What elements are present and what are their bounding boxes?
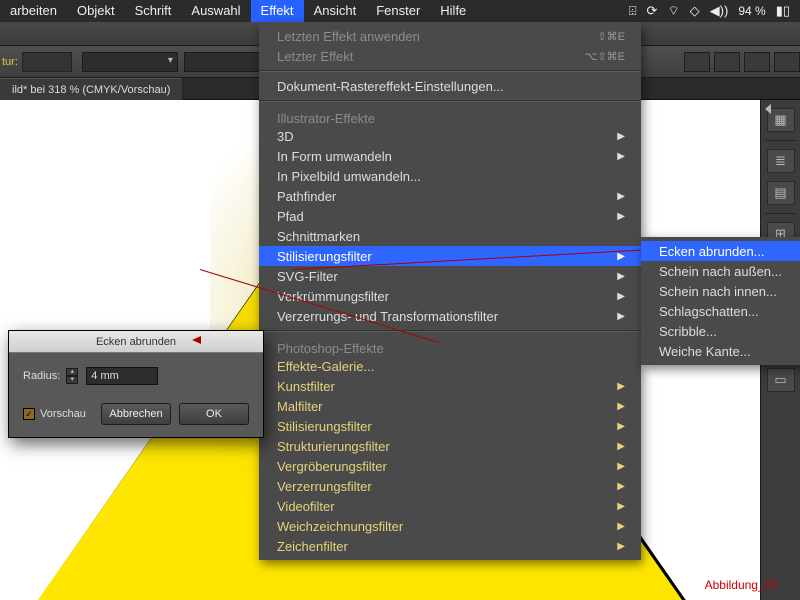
figure-caption: Abbildung_07	[705, 578, 778, 592]
check-icon: ✓	[23, 408, 35, 420]
panel-artboards-icon[interactable]: ▤	[767, 181, 795, 205]
menu-path[interactable]: Pfad▶	[259, 206, 641, 226]
menu-distort-transform[interactable]: Verzerrungs- und Transformationsfilter▶	[259, 306, 641, 326]
preview-checkbox[interactable]: ✓ Vorschau	[23, 408, 86, 420]
dock-collapse-icon[interactable]	[765, 104, 771, 114]
menu-blur[interactable]: Weichzeichnungsfilter▶	[259, 516, 641, 536]
annotation-arrow-head	[192, 336, 201, 344]
submenu-feather[interactable]: Weiche Kante...	[641, 341, 800, 361]
menu-3d[interactable]: 3D▶	[259, 126, 641, 146]
round-corners-dialog: Ecken abrunden Radius: ▴▾ ✓ Vorschau Abb…	[8, 330, 264, 438]
align-button[interactable]	[774, 52, 800, 72]
menu-stylize[interactable]: Stilisierungsfilter▶	[259, 246, 641, 266]
wifi-icon: ◇	[690, 3, 700, 19]
menu-header-photoshop: Photoshop-Effekte	[259, 336, 641, 356]
battery-icon: ▮▯	[776, 3, 790, 19]
radius-input[interactable]	[86, 367, 158, 385]
dialog-title: Ecken abrunden	[9, 331, 263, 353]
ok-button[interactable]: OK	[179, 403, 249, 425]
menu-pixelate[interactable]: Vergröberungsfilter▶	[259, 456, 641, 476]
stylize-submenu: Ecken abrunden... Schein nach außen... S…	[641, 237, 800, 365]
menu-item-hilfe[interactable]: Hilfe	[430, 0, 476, 22]
menu-item-auswahl[interactable]: Auswahl	[181, 0, 250, 22]
menu-cropmarks[interactable]: Schnittmarken	[259, 226, 641, 246]
submenu-scribble[interactable]: Scribble...	[641, 321, 800, 341]
menu-video[interactable]: Videofilter▶	[259, 496, 641, 516]
cancel-button[interactable]: Abbrechen	[101, 403, 171, 425]
volume-icon: ◀))	[710, 3, 729, 19]
menu-svg-filter[interactable]: SVG-Filter▶	[259, 266, 641, 286]
menu-pathfinder[interactable]: Pathfinder▶	[259, 186, 641, 206]
stroke-weight-field[interactable]	[22, 52, 72, 72]
mac-menubar: arbeiten Objekt Schrift Auswahl Effekt A…	[0, 0, 800, 22]
menu-sketch[interactable]: Zeichenfilter▶	[259, 536, 641, 556]
menu-header-illustrator: Illustrator-Effekte	[259, 106, 641, 126]
menu-item-effekt[interactable]: Effekt	[251, 0, 304, 22]
submenu-round-corners[interactable]: Ecken abrunden...	[641, 241, 800, 261]
document-tab[interactable]: ild* bei 318 % (CMYK/Vorschau)	[0, 78, 183, 100]
menu-ps-stylize[interactable]: Stilisierungsfilter▶	[259, 416, 641, 436]
radius-stepper[interactable]: ▴▾	[66, 368, 78, 384]
panel-layers-icon[interactable]: ≣	[767, 149, 795, 173]
menu-recent-apply: Letzten Effekt anwenden⇧⌘E	[259, 26, 641, 46]
menu-recent-last: Letzter Effekt⌥⇧⌘E	[259, 46, 641, 66]
menu-item-fenster[interactable]: Fenster	[366, 0, 430, 22]
submenu-drop-shadow[interactable]: Schlagschatten...	[641, 301, 800, 321]
panel-stroke-icon[interactable]: ▭	[767, 368, 795, 392]
effect-menu: Letzten Effekt anwenden⇧⌘E Letzter Effek…	[259, 22, 641, 560]
menu-ps-distort[interactable]: Verzerrungsfilter▶	[259, 476, 641, 496]
stroke-profile-combo[interactable]	[82, 52, 178, 72]
preferences-button[interactable]	[714, 52, 740, 72]
sync-icon: ⟳	[647, 3, 658, 19]
menu-doc-raster[interactable]: Dokument-Rastereffekt-Einstellungen...	[259, 76, 641, 96]
doc-setup-button[interactable]	[684, 52, 710, 72]
stroke-label: tur:	[2, 56, 18, 68]
radius-label: Radius:	[23, 370, 60, 382]
battery-percent: 94 %	[738, 4, 765, 18]
menu-texture[interactable]: Strukturierungsfilter▶	[259, 436, 641, 456]
menu-convert-shape[interactable]: In Form umwandeln▶	[259, 146, 641, 166]
bluetooth-icon: ⌔	[667, 3, 679, 19]
menubar-status: ⌹ ⟳ ⌔ ◇ ◀)) 94 % ▮▯	[629, 3, 800, 19]
dropbox-icon: ⌹	[629, 3, 637, 19]
menu-warp[interactable]: Verkrümmungsfilter▶	[259, 286, 641, 306]
menu-item-schrift[interactable]: Schrift	[125, 0, 182, 22]
menu-brush-strokes[interactable]: Malfilter▶	[259, 396, 641, 416]
preview-label: Vorschau	[40, 408, 86, 420]
submenu-inner-glow[interactable]: Schein nach innen...	[641, 281, 800, 301]
menu-rasterize[interactable]: In Pixelbild umwandeln...	[259, 166, 641, 186]
menu-artistic[interactable]: Kunstfilter▶	[259, 376, 641, 396]
arrange-button[interactable]	[744, 52, 770, 72]
menu-item-objekt[interactable]: Objekt	[67, 0, 125, 22]
menu-item-ansicht[interactable]: Ansicht	[304, 0, 367, 22]
menu-effect-gallery[interactable]: Effekte-Galerie...	[259, 356, 641, 376]
submenu-outer-glow[interactable]: Schein nach außen...	[641, 261, 800, 281]
menu-item-bearbeiten[interactable]: arbeiten	[0, 0, 67, 22]
